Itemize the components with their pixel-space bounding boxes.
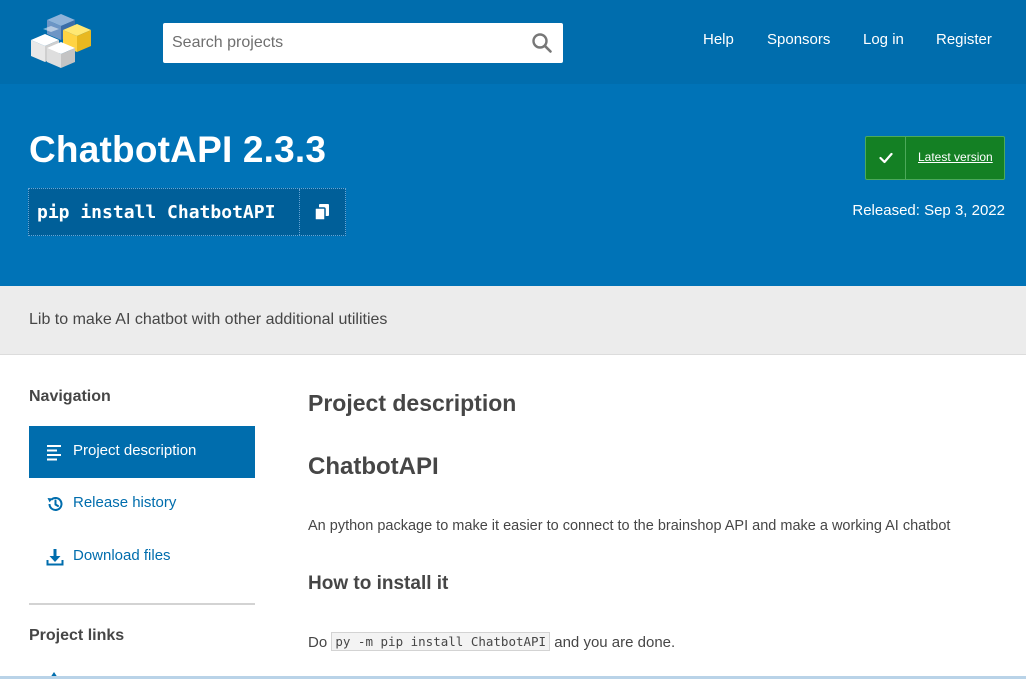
- sidebar: Navigation Project description Release h…: [0, 355, 270, 679]
- nav-login-link[interactable]: Log in: [863, 31, 904, 48]
- sidebar-divider: [29, 603, 255, 605]
- sidebar-item-label: Project description: [73, 442, 197, 459]
- readme-intro: An python package to make it easier to c…: [308, 518, 951, 534]
- install-instructions: Do py -m pip install ChatbotAPI and you …: [308, 632, 675, 651]
- sidebar-item-label: Download files: [73, 547, 171, 564]
- copy-icon: [314, 204, 329, 221]
- check-icon: [866, 137, 906, 179]
- copy-button[interactable]: [299, 189, 345, 235]
- package-title: ChatbotAPI 2.3.3: [29, 129, 327, 170]
- project-links-heading: Project links: [29, 627, 125, 644]
- install-code: py -m pip install ChatbotAPI: [331, 632, 551, 651]
- download-icon: [46, 549, 64, 566]
- pip-command: pip install ChatbotAPI: [37, 202, 276, 223]
- header-nav: Help Sponsors Log in Register: [0, 31, 1026, 51]
- nav-help-link[interactable]: Help: [703, 31, 734, 48]
- install-prefix: Do: [308, 634, 328, 651]
- project-description-content: Project description ChatbotAPI An python…: [308, 355, 1008, 679]
- readme-title: ChatbotAPI: [308, 453, 439, 480]
- align-left-icon: [47, 445, 61, 461]
- sidebar-item-label: Release history: [73, 494, 177, 511]
- project-description-heading: Project description: [308, 390, 517, 416]
- install-suffix: and you are done.: [554, 634, 676, 651]
- sidebar-item-project-description[interactable]: Project description: [29, 426, 255, 478]
- pip-command-box: pip install ChatbotAPI: [28, 188, 346, 236]
- history-icon: [47, 497, 63, 511]
- navigation-heading: Navigation: [29, 388, 111, 405]
- nav-register-link[interactable]: Register: [936, 31, 992, 48]
- latest-version-label[interactable]: Latest version: [918, 150, 993, 164]
- package-summary: Lib to make AI chatbot with other additi…: [29, 311, 388, 328]
- latest-version-badge[interactable]: Latest version: [865, 136, 1005, 180]
- sidebar-item-release-history[interactable]: Release history: [29, 478, 255, 530]
- install-heading: How to install it: [308, 573, 449, 594]
- release-date: Released: Sep 3, 2022: [852, 202, 1005, 219]
- top-navbar: Help Sponsors Log in Register: [0, 0, 1026, 84]
- sidebar-item-download-files[interactable]: Download files: [29, 531, 255, 583]
- package-header: ChatbotAPI 2.3.3 pip install ChatbotAPI …: [0, 84, 1026, 286]
- package-summary-band: Lib to make AI chatbot with other additi…: [0, 286, 1026, 355]
- nav-sponsors-link[interactable]: Sponsors: [767, 31, 830, 48]
